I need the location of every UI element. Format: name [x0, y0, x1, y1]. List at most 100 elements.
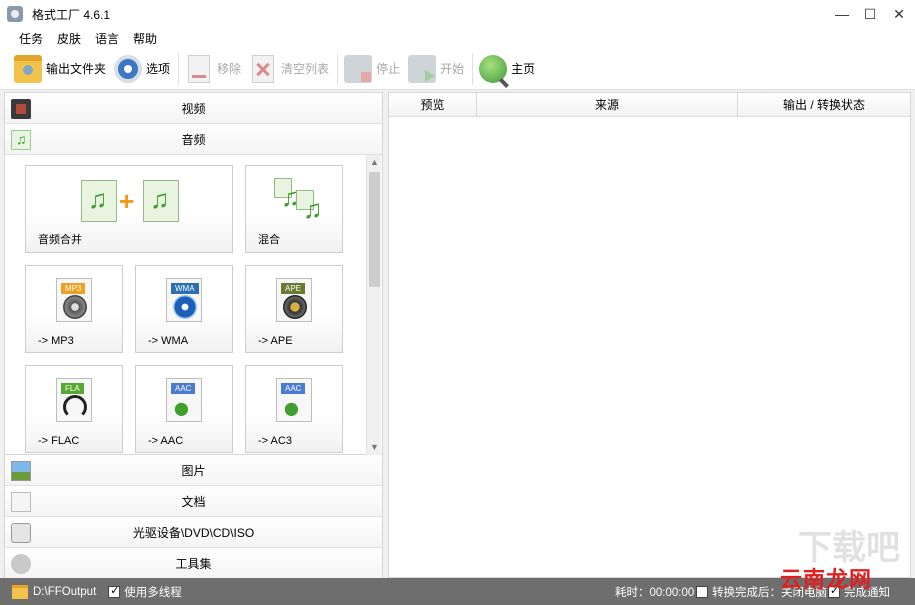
column-source[interactable]: 来源 [477, 93, 738, 116]
category-video-label: 视频 [181, 101, 206, 116]
file-tag: WMA [171, 283, 199, 294]
multithread-checkbox[interactable] [108, 584, 121, 598]
audio-tile-area: + 音频合并 混合 MP3 -> MP3 WMA -> WMA [5, 155, 382, 455]
category-audio[interactable]: 音频 [5, 124, 382, 155]
tile-label: -> AAC [148, 435, 184, 447]
music-file-icon [274, 178, 301, 213]
start-label: 开始 [440, 62, 465, 76]
file-tag: AAC [171, 383, 196, 394]
toolbar: 输出文件夹 选项 移除 清空列表 停止 开始 主页 [0, 48, 915, 90]
tile-label: -> FLAC [38, 435, 80, 447]
column-preview[interactable]: 预览 [389, 93, 477, 116]
after-done-checkbox[interactable] [696, 585, 708, 598]
tile-to-ape[interactable]: APE -> APE [245, 265, 343, 353]
scroll-up-icon[interactable]: ▲ [367, 155, 382, 170]
music-file-icon [81, 180, 117, 222]
output-folder-button[interactable]: 输出文件夹 [14, 51, 106, 87]
tile-label: -> WMA [148, 335, 189, 347]
category-picture[interactable]: 图片 [5, 455, 382, 486]
music-file-icon [296, 190, 323, 225]
category-disc[interactable]: 光驱设备\DVD\CD\ISO [5, 517, 382, 548]
tile-to-wma[interactable]: WMA -> WMA [135, 265, 233, 353]
ape-file-icon: APE [276, 278, 312, 322]
remove-icon [188, 54, 211, 83]
stop-label: 停止 [376, 62, 401, 76]
category-tools[interactable]: 工具集 [5, 548, 382, 579]
title-bar: 格式工厂 4.6.1 — ☐ ✕ [0, 0, 915, 28]
clear-list-button[interactable]: 清空列表 [249, 51, 329, 87]
home-button[interactable]: 主页 [479, 51, 535, 87]
tile-label: -> AC3 [258, 435, 292, 447]
play-icon [173, 295, 197, 319]
file-tag: MP3 [61, 283, 86, 294]
file-tag: FLA [61, 383, 84, 394]
notify-checkbox[interactable] [828, 584, 840, 598]
scroll-down-icon[interactable]: ▼ [367, 440, 382, 455]
remove-label: 移除 [217, 62, 242, 76]
scroll-thumb[interactable] [369, 172, 380, 287]
elapsed-time: 耗时：00:00:00 [615, 586, 695, 599]
disc-drive-icon [11, 523, 31, 543]
tile-audio-mix[interactable]: 混合 [245, 165, 343, 253]
stop-button[interactable]: 停止 [344, 51, 400, 87]
tools-icon [11, 554, 31, 574]
tile-scrollbar[interactable]: ▲ ▼ [366, 155, 381, 455]
category-disc-label: 光驱设备\DVD\CD\ISO [132, 525, 255, 540]
menu-language[interactable]: 语言 [88, 30, 126, 47]
menu-help[interactable]: 帮助 [126, 30, 164, 47]
task-list: 预览 来源 输出 / 转换状态 [388, 92, 911, 578]
toolbar-separator [337, 52, 339, 85]
mp3-file-icon: MP3 [56, 278, 92, 322]
tile-audio-merge[interactable]: + 音频合并 [25, 165, 233, 253]
remove-button[interactable]: 移除 [185, 51, 241, 87]
headphones-icon [63, 395, 87, 419]
menu-task[interactable]: 任务 [12, 30, 50, 47]
tile-to-ac3[interactable]: AAC -> AC3 [245, 365, 343, 453]
minimize-button[interactable]: — [827, 0, 857, 28]
music-note-icon [283, 395, 307, 419]
maximize-button[interactable]: ☐ [855, 0, 885, 28]
home-label: 主页 [511, 62, 536, 76]
menu-bar: 任务 皮肤 语言 帮助 [0, 28, 915, 48]
video-icon [11, 99, 31, 119]
tile-label: 音频合并 [38, 234, 82, 246]
toolbar-separator [472, 52, 474, 85]
picture-icon [11, 461, 31, 481]
music-file-icon [143, 180, 179, 222]
menu-skin[interactable]: 皮肤 [50, 30, 88, 47]
folder-icon [14, 54, 42, 83]
start-icon [408, 54, 437, 83]
after-done-label: 转换完成后：关闭电脑 [712, 586, 827, 599]
tile-label: -> MP3 [38, 335, 74, 347]
stop-icon [344, 54, 373, 83]
column-output-status[interactable]: 输出 / 转换状态 [738, 93, 910, 116]
tile-label: 混合 [258, 234, 280, 246]
speaker-icon [283, 295, 307, 319]
folder-icon[interactable] [12, 584, 28, 599]
music-note-icon [11, 130, 31, 150]
tile-to-flac[interactable]: FLA -> FLAC [25, 365, 123, 453]
notify-label: 完成通知 [844, 586, 890, 599]
start-button[interactable]: 开始 [408, 51, 464, 87]
toolbar-separator [178, 52, 180, 85]
category-audio-label: 音频 [181, 132, 206, 147]
window-title: 格式工厂 4.6.1 [32, 7, 111, 22]
file-tag: APE [281, 283, 306, 294]
options-button[interactable]: 选项 [114, 51, 170, 87]
category-video[interactable]: 视频 [5, 93, 382, 124]
ac3-file-icon: AAC [276, 378, 312, 422]
flac-file-icon: FLA [56, 378, 92, 422]
plus-icon: + [119, 186, 135, 216]
options-label: 选项 [146, 62, 171, 76]
output-path[interactable]: D:\FFOutput [33, 586, 96, 598]
file-tag: AAC [281, 383, 306, 394]
tile-to-aac[interactable]: AAC -> AAC [135, 365, 233, 453]
category-document-label: 文档 [181, 494, 206, 509]
category-document[interactable]: 文档 [5, 486, 382, 517]
wma-file-icon: WMA [166, 278, 202, 322]
close-button[interactable]: ✕ [884, 0, 914, 28]
clear-list-label: 清空列表 [281, 62, 330, 76]
task-list-header: 预览 来源 输出 / 转换状态 [389, 93, 910, 117]
tile-to-mp3[interactable]: MP3 -> MP3 [25, 265, 123, 353]
status-bar: D:\FFOutput 使用多线程 耗时：00:00:00 转换完成后：关闭电脑… [0, 578, 915, 605]
